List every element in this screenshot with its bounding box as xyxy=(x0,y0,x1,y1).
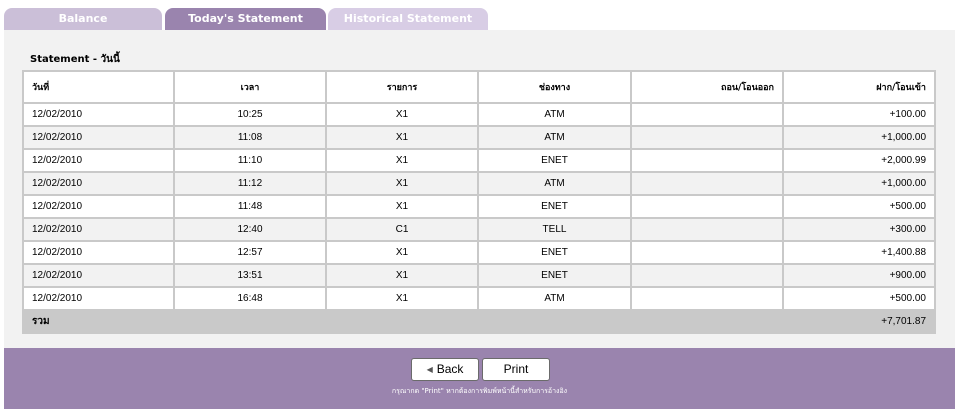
cell-deposit: +100.00 xyxy=(784,104,934,125)
cell-channel: TELL xyxy=(479,219,630,240)
total-deposit: +7,701.87 xyxy=(784,311,934,332)
cell-item: X1 xyxy=(327,196,477,217)
table-row: 12/02/2010 11:48 X1 ENET +500.00 xyxy=(24,196,934,217)
tab-historical-statement[interactable]: Historical Statement xyxy=(328,8,488,30)
cell-date: 12/02/2010 xyxy=(24,173,173,194)
table-row: 12/02/2010 16:48 X1 ATM +500.00 xyxy=(24,288,934,309)
col-header-time: เวลา xyxy=(175,72,325,102)
cell-withdraw xyxy=(632,104,782,125)
cell-deposit: +500.00 xyxy=(784,196,934,217)
cell-time: 16:48 xyxy=(175,288,325,309)
print-button[interactable]: Print xyxy=(482,358,550,381)
cell-channel: ATM xyxy=(479,127,630,148)
cell-time: 13:51 xyxy=(175,265,325,286)
cell-time: 11:10 xyxy=(175,150,325,171)
cell-time: 10:25 xyxy=(175,104,325,125)
cell-deposit: +1,000.00 xyxy=(784,127,934,148)
cell-deposit: +500.00 xyxy=(784,288,934,309)
table-header-row: วันที่ เวลา รายการ ช่องทาง ถอน/โอนออก ฝา… xyxy=(24,72,934,102)
col-header-withdraw: ถอน/โอนออก xyxy=(632,72,782,102)
cell-withdraw xyxy=(632,288,782,309)
total-label: รวม xyxy=(24,311,630,332)
total-withdraw xyxy=(632,311,782,332)
cell-channel: ENET xyxy=(479,265,630,286)
cell-date: 12/02/2010 xyxy=(24,242,173,263)
cell-channel: ENET xyxy=(479,196,630,217)
col-header-date: วันที่ xyxy=(24,72,173,102)
cell-time: 12:40 xyxy=(175,219,325,240)
cell-item: X1 xyxy=(327,173,477,194)
statement-table: วันที่ เวลา รายการ ช่องทาง ถอน/โอนออก ฝา… xyxy=(22,70,936,334)
cell-item: X1 xyxy=(327,265,477,286)
cell-time: 12:57 xyxy=(175,242,325,263)
col-header-channel: ช่องทาง xyxy=(479,72,630,102)
table-row: 12/02/2010 10:25 X1 ATM +100.00 xyxy=(24,104,934,125)
cell-time: 11:48 xyxy=(175,196,325,217)
cell-date: 12/02/2010 xyxy=(24,265,173,286)
cell-withdraw xyxy=(632,127,782,148)
table-total-row: รวม +7,701.87 xyxy=(24,311,934,332)
cell-channel: ATM xyxy=(479,288,630,309)
cell-deposit: +300.00 xyxy=(784,219,934,240)
cell-item: X1 xyxy=(327,104,477,125)
triangle-left-icon: ◀ xyxy=(426,365,433,374)
col-header-item: รายการ xyxy=(327,72,477,102)
cell-withdraw xyxy=(632,196,782,217)
cell-item: X1 xyxy=(327,288,477,309)
cell-item: X1 xyxy=(327,127,477,148)
cell-withdraw xyxy=(632,219,782,240)
tab-balance[interactable]: Balance xyxy=(4,8,162,30)
back-button-label: Back xyxy=(436,362,464,376)
cell-channel: ATM xyxy=(479,104,630,125)
col-header-deposit: ฝาก/โอนเข้า xyxy=(784,72,934,102)
cell-channel: ENET xyxy=(479,150,630,171)
cell-date: 12/02/2010 xyxy=(24,196,173,217)
cell-item: C1 xyxy=(327,219,477,240)
back-button[interactable]: ◀ Back xyxy=(411,358,479,381)
cell-deposit: +1,000.00 xyxy=(784,173,934,194)
table-row: 12/02/2010 12:40 C1 TELL +300.00 xyxy=(24,219,934,240)
footer-bar: ◀ Back Print กรุณากด "Print" หากต้องการพิ… xyxy=(4,348,955,409)
table-row: 12/02/2010 11:12 X1 ATM +1,000.00 xyxy=(24,173,934,194)
table-row: 12/02/2010 11:08 X1 ATM +1,000.00 xyxy=(24,127,934,148)
print-note: กรุณากด "Print" หากต้องการพิมพ์หน้านี้สำ… xyxy=(391,387,568,395)
cell-withdraw xyxy=(632,265,782,286)
cell-channel: ATM xyxy=(479,173,630,194)
cell-date: 12/02/2010 xyxy=(24,288,173,309)
table-row: 12/02/2010 12:57 X1 ENET +1,400.88 xyxy=(24,242,934,263)
cell-date: 12/02/2010 xyxy=(24,104,173,125)
cell-withdraw xyxy=(632,150,782,171)
cell-date: 12/02/2010 xyxy=(24,150,173,171)
cell-withdraw xyxy=(632,173,782,194)
cell-withdraw xyxy=(632,242,782,263)
cell-channel: ENET xyxy=(479,242,630,263)
cell-item: X1 xyxy=(327,242,477,263)
cell-item: X1 xyxy=(327,150,477,171)
print-button-label: Print xyxy=(503,362,529,376)
cell-deposit: +900.00 xyxy=(784,265,934,286)
table-row: 12/02/2010 11:10 X1 ENET +2,000.99 xyxy=(24,150,934,171)
cell-deposit: +2,000.99 xyxy=(784,150,934,171)
cell-date: 12/02/2010 xyxy=(24,127,173,148)
cell-time: 11:08 xyxy=(175,127,325,148)
statement-panel: Statement - วันนี้ วันที่ เวลา รายการ ช่… xyxy=(4,30,955,348)
cell-deposit: +1,400.88 xyxy=(784,242,934,263)
table-row: 12/02/2010 13:51 X1 ENET +900.00 xyxy=(24,265,934,286)
cell-date: 12/02/2010 xyxy=(24,219,173,240)
cell-time: 11:12 xyxy=(175,173,325,194)
statement-title: Statement - วันนี้ xyxy=(30,54,120,65)
tab-todays-statement[interactable]: Today's Statement xyxy=(165,8,326,30)
